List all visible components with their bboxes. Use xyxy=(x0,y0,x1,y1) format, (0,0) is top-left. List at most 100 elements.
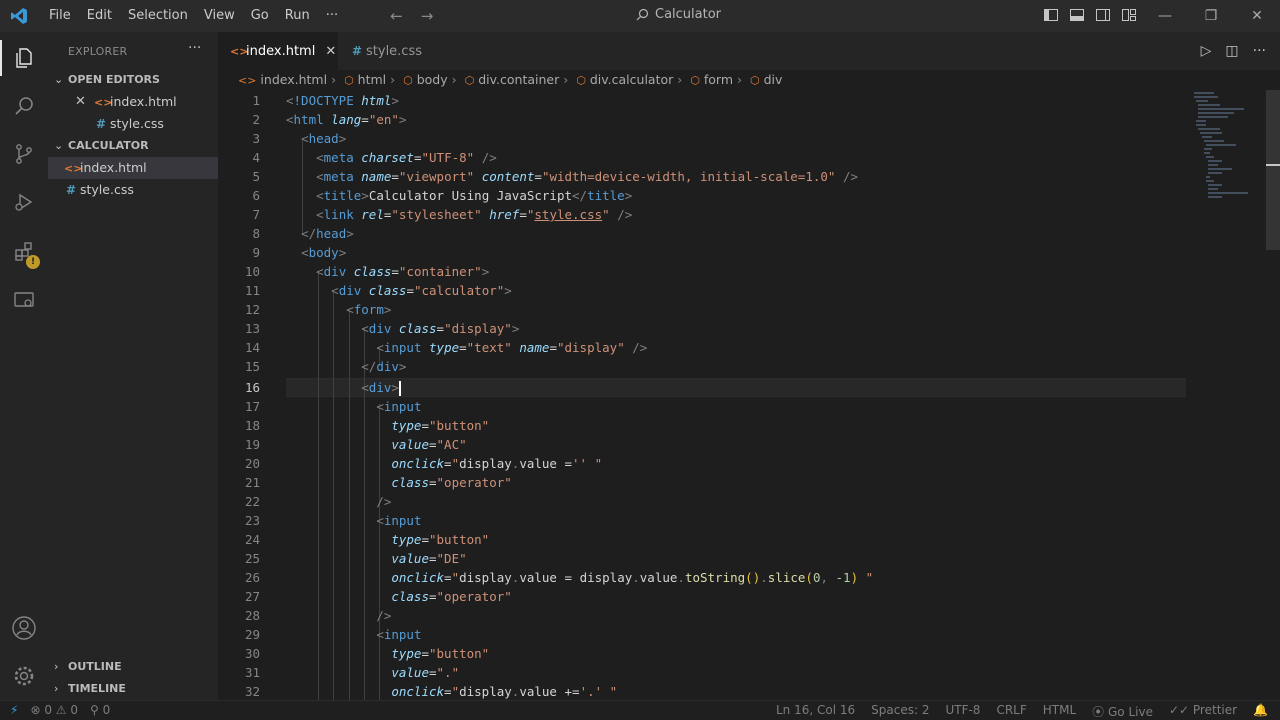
encoding[interactable]: UTF-8 xyxy=(945,703,980,720)
minimap-line xyxy=(1208,172,1222,174)
breadcrumb-container[interactable]: div.container xyxy=(478,72,559,87)
split-editor-icon[interactable]: ◫ xyxy=(1225,43,1238,59)
code-text: onclick="display.value +='.' " xyxy=(391,684,618,699)
ports-indicator[interactable]: ⚲ 0 xyxy=(90,703,110,717)
line-number: 7 xyxy=(252,207,260,222)
vertical-scrollbar[interactable] xyxy=(1266,90,1280,250)
line-number: 10 xyxy=(244,264,260,279)
minimap[interactable] xyxy=(1190,90,1266,210)
code-text: </div> xyxy=(361,359,407,374)
menu-edit[interactable]: Edit xyxy=(79,0,120,32)
toggle-panel-icon[interactable] xyxy=(1069,7,1085,23)
restore-button[interactable]: ❐ xyxy=(1188,0,1234,32)
vscode-logo-icon xyxy=(9,6,29,26)
customize-layout-icon[interactable] xyxy=(1121,7,1137,23)
minimap-line xyxy=(1208,160,1222,162)
code-text: value="AC" xyxy=(391,437,467,452)
line-number: 28 xyxy=(244,608,260,623)
indentation[interactable]: Spaces: 2 xyxy=(871,703,929,720)
code-text: <meta charset="UTF-8" /> xyxy=(316,150,497,165)
chevron-right-icon: › xyxy=(54,660,59,673)
breadcrumb-form[interactable]: form xyxy=(704,72,733,87)
toggle-primary-sidebar-icon[interactable] xyxy=(1043,7,1059,23)
menu-run[interactable]: Run xyxy=(277,0,318,32)
breadcrumb-calculator[interactable]: div.calculator xyxy=(590,72,673,87)
code-line: 2 <html lang="en"> xyxy=(218,110,1218,129)
line-number: 14 xyxy=(244,340,260,355)
minimap-line xyxy=(1194,96,1218,98)
accounts-icon[interactable] xyxy=(0,604,48,652)
extensions-icon[interactable]: ! xyxy=(0,228,48,276)
remote-indicator-icon[interactable]: ⚡ xyxy=(10,703,18,717)
menu-file[interactable]: File xyxy=(41,0,79,32)
html-file-icon: <> xyxy=(94,96,113,109)
code-line: 4 <meta charset="UTF-8" /> xyxy=(218,148,1218,167)
minimap-line xyxy=(1206,156,1214,158)
element-icon: ⬡ xyxy=(464,74,475,87)
menu-selection[interactable]: Selection xyxy=(120,0,196,32)
code-text: value="DE" xyxy=(391,551,467,566)
chevron-right-icon: › xyxy=(451,72,457,87)
menu-more[interactable]: ··· xyxy=(318,0,346,32)
close-icon[interactable]: ✕ xyxy=(75,91,86,113)
breadcrumb-div[interactable]: div xyxy=(764,72,783,87)
close-window-button[interactable]: ✕ xyxy=(1234,0,1280,32)
outline-label: OUTLINE xyxy=(68,660,122,673)
warning-icon: ⚠ xyxy=(55,703,67,717)
broadcast-icon: ⚲ xyxy=(90,703,99,717)
language-mode[interactable]: HTML xyxy=(1043,703,1076,720)
code-editor[interactable]: 1 <!DOCTYPE html> 2 <html lang="en"> 3 <he… xyxy=(218,90,1280,700)
line-number: 24 xyxy=(244,532,260,547)
command-center[interactable]: Calculator xyxy=(636,7,721,22)
chevron-right-icon: › xyxy=(54,682,59,695)
editor-tabs: <>index.html ✕ # style.css ▷ ◫ ··· xyxy=(218,32,1280,70)
tab-index-html[interactable]: <>index.html ✕ xyxy=(218,32,338,70)
problems-indicator[interactable]: ⊗ 0 ⚠ 0 xyxy=(30,703,78,717)
code-text: onclick="display.value ='' " xyxy=(391,456,603,471)
close-tab-icon[interactable]: ✕ xyxy=(325,44,336,59)
open-editors-header[interactable]: ⌄ OPEN EDITORS xyxy=(48,69,218,91)
settings-gear-icon[interactable] xyxy=(0,652,48,700)
code-text: /> xyxy=(376,608,392,623)
code-line: 5 <meta name="viewport" content="width=d… xyxy=(218,167,1218,186)
code-line: 15 </div> xyxy=(218,357,1218,376)
code-text: <html lang="en"> xyxy=(286,112,407,127)
source-control-icon[interactable] xyxy=(0,130,48,178)
menu-view[interactable]: View xyxy=(196,0,243,32)
code-line: 22 /> xyxy=(218,492,1218,511)
timeline-header[interactable]: › TIMELINE xyxy=(48,678,218,700)
line-ending[interactable]: CRLF xyxy=(996,703,1026,720)
notifications-bell-icon[interactable]: 🔔 xyxy=(1253,703,1268,720)
prettier-button[interactable]: ✓✓ Prettier xyxy=(1169,703,1237,720)
forward-arrow-icon[interactable]: → xyxy=(421,7,434,25)
breadcrumb-file[interactable]: index.html xyxy=(260,72,327,87)
minimap-line xyxy=(1204,140,1224,142)
open-editor-index-html[interactable]: ✕ <>index.html xyxy=(48,91,218,113)
explorer-more-button[interactable]: ··· xyxy=(188,40,201,56)
run-icon[interactable]: ▷ xyxy=(1201,43,1212,59)
open-editor-style-css[interactable]: # style.css xyxy=(48,113,218,135)
minimize-button[interactable]: — xyxy=(1142,0,1188,32)
minimap-line xyxy=(1208,188,1218,190)
go-live-button[interactable]: ⦿ Go Live xyxy=(1092,703,1153,720)
run-debug-icon[interactable] xyxy=(0,178,48,226)
code-line: 29 <input xyxy=(218,625,1218,644)
extensions-badge: ! xyxy=(26,255,40,269)
menu-go[interactable]: Go xyxy=(243,0,277,32)
toggle-secondary-sidebar-icon[interactable] xyxy=(1095,7,1111,23)
outline-header[interactable]: › OUTLINE xyxy=(48,656,218,678)
breadcrumb-html[interactable]: html xyxy=(358,72,386,87)
back-arrow-icon[interactable]: ← xyxy=(390,7,403,25)
line-number: 25 xyxy=(244,551,260,566)
file-index-html[interactable]: <>index.html xyxy=(48,157,218,179)
remote-explorer-icon[interactable] xyxy=(0,276,48,324)
file-style-css[interactable]: # style.css xyxy=(48,179,218,201)
search-activity-icon[interactable] xyxy=(0,82,48,130)
more-actions-icon[interactable]: ··· xyxy=(1253,43,1266,59)
cursor-position[interactable]: Ln 16, Col 16 xyxy=(776,703,855,720)
breadcrumb-body[interactable]: body xyxy=(417,72,448,87)
tab-style-css[interactable]: # style.css xyxy=(340,32,440,70)
explorer-icon[interactable] xyxy=(0,34,48,82)
calculator-folder-header[interactable]: ⌄ CALCULATOR xyxy=(48,135,218,157)
code-text: <div class="container"> xyxy=(316,264,490,279)
